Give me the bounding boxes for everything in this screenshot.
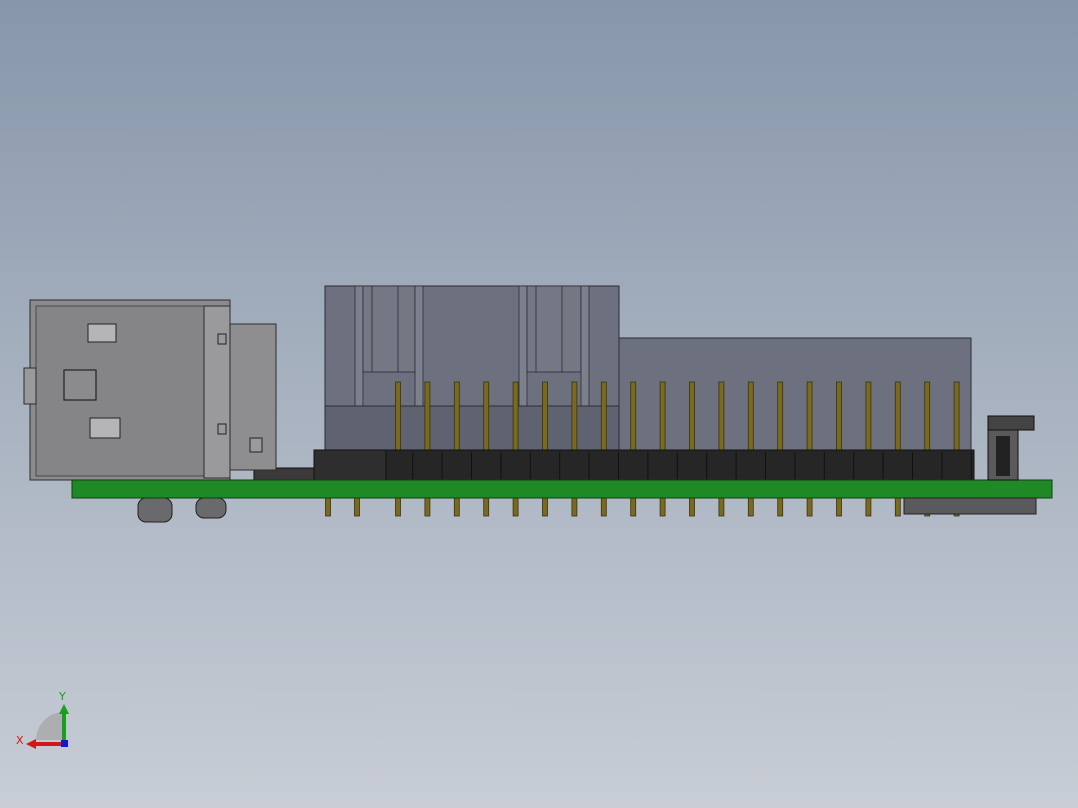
header-pin-tail: [512, 497, 519, 517]
header-pin: [424, 381, 431, 453]
header-pin: [600, 381, 607, 453]
header-pin-tail: [395, 497, 401, 517]
header-pin: [571, 381, 578, 453]
graphics-viewport[interactable]: Y X: [0, 0, 1078, 808]
header-pin-tail: [600, 497, 607, 517]
connector-housing[interactable]: [324, 285, 972, 455]
header-pin-tail: [865, 497, 872, 517]
header-pin: [836, 381, 842, 453]
header-pin-tail: [894, 497, 901, 517]
header-pin-tail: [659, 497, 666, 517]
header-pin-tail: [542, 497, 548, 517]
header-pin: [953, 381, 960, 453]
header-pin: [630, 381, 637, 453]
header-pin-tail: [836, 497, 842, 517]
header-pin: [483, 381, 490, 453]
header-pin: [747, 381, 754, 453]
axis-x-label: X: [16, 734, 24, 747]
header-pin-tail: [777, 497, 784, 517]
header-pin-tail: [483, 497, 490, 517]
header-pin: [659, 381, 666, 453]
cad-model-view[interactable]: Y X: [0, 0, 1078, 808]
pcb-board[interactable]: [71, 479, 1053, 499]
ic-pin-tail: [325, 497, 331, 517]
header-pin-tail: [571, 497, 578, 517]
header-pin: [894, 381, 901, 453]
header-pin: [924, 381, 931, 453]
header-pin-tail: [806, 497, 813, 517]
coordinate-triad: [26, 704, 69, 749]
header-pin-tail: [424, 497, 431, 517]
header-pin: [453, 381, 460, 453]
header-pin-tail: [747, 497, 754, 517]
header-pin-tail: [718, 497, 725, 517]
header-pin-tail: [630, 497, 637, 517]
ic-pin-tail: [354, 497, 360, 517]
pin-header-base[interactable]: [385, 449, 975, 481]
axis-y-label: Y: [58, 690, 66, 703]
header-pin-tail: [689, 497, 695, 517]
header-pin: [718, 381, 725, 453]
header-pin: [865, 381, 872, 453]
header-pin: [542, 381, 548, 453]
header-pin-tail: [453, 497, 460, 517]
header-pin: [512, 381, 519, 453]
header-pin: [395, 381, 401, 453]
header-pin: [777, 381, 784, 453]
header-pin: [806, 381, 813, 453]
header-pin: [689, 381, 695, 453]
